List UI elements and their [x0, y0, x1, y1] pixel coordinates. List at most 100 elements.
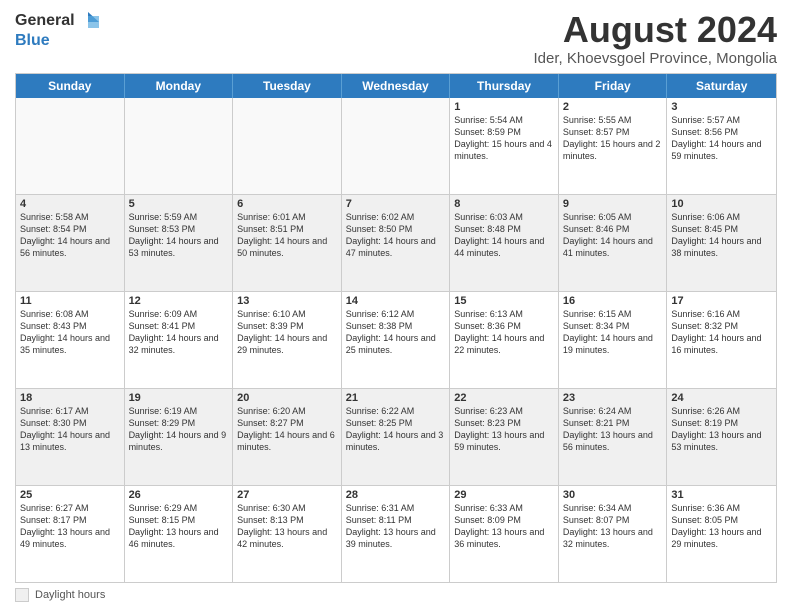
logo-blue-text: Blue	[15, 32, 50, 49]
cell-content-3-0: Sunrise: 6:17 AM Sunset: 8:30 PM Dayligh…	[20, 405, 120, 454]
main-title: August 2024	[534, 10, 777, 50]
cell-content-4-5: Sunrise: 6:34 AM Sunset: 8:07 PM Dayligh…	[563, 502, 663, 551]
day-number-3-0: 18	[20, 392, 120, 404]
cal-cell-4-5: 30Sunrise: 6:34 AM Sunset: 8:07 PM Dayli…	[559, 486, 668, 582]
cal-cell-3-6: 24Sunrise: 6:26 AM Sunset: 8:19 PM Dayli…	[667, 389, 776, 485]
header-friday: Friday	[559, 74, 668, 98]
cal-cell-0-0	[16, 98, 125, 194]
subtitle: Ider, Khoevsgoel Province, Mongolia	[534, 50, 777, 67]
cell-content-1-0: Sunrise: 5:58 AM Sunset: 8:54 PM Dayligh…	[20, 211, 120, 260]
header-saturday: Saturday	[667, 74, 776, 98]
cell-content-2-6: Sunrise: 6:16 AM Sunset: 8:32 PM Dayligh…	[671, 308, 772, 357]
cell-content-1-4: Sunrise: 6:03 AM Sunset: 8:48 PM Dayligh…	[454, 211, 554, 260]
cal-cell-1-5: 9Sunrise: 6:05 AM Sunset: 8:46 PM Daylig…	[559, 195, 668, 291]
day-number-2-3: 14	[346, 295, 446, 307]
day-number-4-0: 25	[20, 489, 120, 501]
cal-cell-1-2: 6Sunrise: 6:01 AM Sunset: 8:51 PM Daylig…	[233, 195, 342, 291]
cell-content-0-4: Sunrise: 5:54 AM Sunset: 8:59 PM Dayligh…	[454, 114, 554, 163]
day-number-1-2: 6	[237, 198, 337, 210]
day-number-1-6: 10	[671, 198, 772, 210]
cell-content-3-2: Sunrise: 6:20 AM Sunset: 8:27 PM Dayligh…	[237, 405, 337, 454]
calendar-header: Sunday Monday Tuesday Wednesday Thursday…	[16, 74, 776, 98]
day-number-0-6: 3	[671, 101, 772, 113]
day-number-2-5: 16	[563, 295, 663, 307]
day-number-2-6: 17	[671, 295, 772, 307]
cell-content-0-6: Sunrise: 5:57 AM Sunset: 8:56 PM Dayligh…	[671, 114, 772, 163]
page: General Blue August 2024 Ider, Khoevsgoe…	[0, 0, 792, 612]
cal-cell-1-3: 7Sunrise: 6:02 AM Sunset: 8:50 PM Daylig…	[342, 195, 451, 291]
cal-cell-4-4: 29Sunrise: 6:33 AM Sunset: 8:09 PM Dayli…	[450, 486, 559, 582]
cal-cell-4-0: 25Sunrise: 6:27 AM Sunset: 8:17 PM Dayli…	[16, 486, 125, 582]
logo-line2: Blue	[15, 32, 99, 50]
day-number-1-4: 8	[454, 198, 554, 210]
logo-text-block: General Blue	[15, 10, 99, 50]
cal-cell-4-3: 28Sunrise: 6:31 AM Sunset: 8:11 PM Dayli…	[342, 486, 451, 582]
cell-content-2-3: Sunrise: 6:12 AM Sunset: 8:38 PM Dayligh…	[346, 308, 446, 357]
day-number-3-2: 20	[237, 392, 337, 404]
cell-content-3-5: Sunrise: 6:24 AM Sunset: 8:21 PM Dayligh…	[563, 405, 663, 454]
cal-cell-1-1: 5Sunrise: 5:59 AM Sunset: 8:53 PM Daylig…	[125, 195, 234, 291]
cal-cell-0-2	[233, 98, 342, 194]
daylight-box	[15, 588, 29, 602]
footer: Daylight hours	[15, 588, 777, 602]
day-number-2-0: 11	[20, 295, 120, 307]
cal-cell-0-1	[125, 98, 234, 194]
cal-cell-0-3	[342, 98, 451, 194]
cell-content-1-1: Sunrise: 5:59 AM Sunset: 8:53 PM Dayligh…	[129, 211, 229, 260]
cell-content-4-3: Sunrise: 6:31 AM Sunset: 8:11 PM Dayligh…	[346, 502, 446, 551]
title-block: August 2024 Ider, Khoevsgoel Province, M…	[534, 10, 777, 67]
day-number-4-1: 26	[129, 489, 229, 501]
cal-cell-3-1: 19Sunrise: 6:19 AM Sunset: 8:29 PM Dayli…	[125, 389, 234, 485]
cell-content-4-6: Sunrise: 6:36 AM Sunset: 8:05 PM Dayligh…	[671, 502, 772, 551]
calendar-row-4: 25Sunrise: 6:27 AM Sunset: 8:17 PM Dayli…	[16, 486, 776, 582]
day-number-3-3: 21	[346, 392, 446, 404]
day-number-2-4: 15	[454, 295, 554, 307]
day-number-2-2: 13	[237, 295, 337, 307]
header-thursday: Thursday	[450, 74, 559, 98]
cell-content-2-4: Sunrise: 6:13 AM Sunset: 8:36 PM Dayligh…	[454, 308, 554, 357]
cal-cell-1-6: 10Sunrise: 6:06 AM Sunset: 8:45 PM Dayli…	[667, 195, 776, 291]
cell-content-3-3: Sunrise: 6:22 AM Sunset: 8:25 PM Dayligh…	[346, 405, 446, 454]
cell-content-4-0: Sunrise: 6:27 AM Sunset: 8:17 PM Dayligh…	[20, 502, 120, 551]
cell-content-1-2: Sunrise: 6:01 AM Sunset: 8:51 PM Dayligh…	[237, 211, 337, 260]
day-number-3-1: 19	[129, 392, 229, 404]
cal-cell-3-5: 23Sunrise: 6:24 AM Sunset: 8:21 PM Dayli…	[559, 389, 668, 485]
cell-content-3-1: Sunrise: 6:19 AM Sunset: 8:29 PM Dayligh…	[129, 405, 229, 454]
header: General Blue August 2024 Ider, Khoevsgoe…	[15, 10, 777, 67]
cal-cell-2-1: 12Sunrise: 6:09 AM Sunset: 8:41 PM Dayli…	[125, 292, 234, 388]
logo: General Blue	[15, 10, 99, 50]
cell-content-1-5: Sunrise: 6:05 AM Sunset: 8:46 PM Dayligh…	[563, 211, 663, 260]
daylight-label: Daylight hours	[35, 589, 105, 601]
cal-cell-1-0: 4Sunrise: 5:58 AM Sunset: 8:54 PM Daylig…	[16, 195, 125, 291]
cal-cell-2-5: 16Sunrise: 6:15 AM Sunset: 8:34 PM Dayli…	[559, 292, 668, 388]
cell-content-4-4: Sunrise: 6:33 AM Sunset: 8:09 PM Dayligh…	[454, 502, 554, 551]
cal-cell-2-2: 13Sunrise: 6:10 AM Sunset: 8:39 PM Dayli…	[233, 292, 342, 388]
calendar-body: 1Sunrise: 5:54 AM Sunset: 8:59 PM Daylig…	[16, 98, 776, 582]
cal-cell-1-4: 8Sunrise: 6:03 AM Sunset: 8:48 PM Daylig…	[450, 195, 559, 291]
cal-cell-0-5: 2Sunrise: 5:55 AM Sunset: 8:57 PM Daylig…	[559, 98, 668, 194]
cal-cell-0-4: 1Sunrise: 5:54 AM Sunset: 8:59 PM Daylig…	[450, 98, 559, 194]
day-number-2-1: 12	[129, 295, 229, 307]
day-number-0-4: 1	[454, 101, 554, 113]
cal-cell-4-6: 31Sunrise: 6:36 AM Sunset: 8:05 PM Dayli…	[667, 486, 776, 582]
calendar-row-3: 18Sunrise: 6:17 AM Sunset: 8:30 PM Dayli…	[16, 389, 776, 486]
cell-content-1-3: Sunrise: 6:02 AM Sunset: 8:50 PM Dayligh…	[346, 211, 446, 260]
day-number-4-5: 30	[563, 489, 663, 501]
cell-content-2-1: Sunrise: 6:09 AM Sunset: 8:41 PM Dayligh…	[129, 308, 229, 357]
cal-cell-3-2: 20Sunrise: 6:20 AM Sunset: 8:27 PM Dayli…	[233, 389, 342, 485]
day-number-3-5: 23	[563, 392, 663, 404]
cell-content-2-2: Sunrise: 6:10 AM Sunset: 8:39 PM Dayligh…	[237, 308, 337, 357]
cal-cell-4-2: 27Sunrise: 6:30 AM Sunset: 8:13 PM Dayli…	[233, 486, 342, 582]
day-number-1-0: 4	[20, 198, 120, 210]
cell-content-1-6: Sunrise: 6:06 AM Sunset: 8:45 PM Dayligh…	[671, 211, 772, 260]
day-number-0-5: 2	[563, 101, 663, 113]
cell-content-3-4: Sunrise: 6:23 AM Sunset: 8:23 PM Dayligh…	[454, 405, 554, 454]
cal-cell-2-4: 15Sunrise: 6:13 AM Sunset: 8:36 PM Dayli…	[450, 292, 559, 388]
day-number-3-4: 22	[454, 392, 554, 404]
cal-cell-3-0: 18Sunrise: 6:17 AM Sunset: 8:30 PM Dayli…	[16, 389, 125, 485]
day-number-3-6: 24	[671, 392, 772, 404]
day-number-4-2: 27	[237, 489, 337, 501]
day-number-4-3: 28	[346, 489, 446, 501]
header-wednesday: Wednesday	[342, 74, 451, 98]
calendar: Sunday Monday Tuesday Wednesday Thursday…	[15, 73, 777, 583]
